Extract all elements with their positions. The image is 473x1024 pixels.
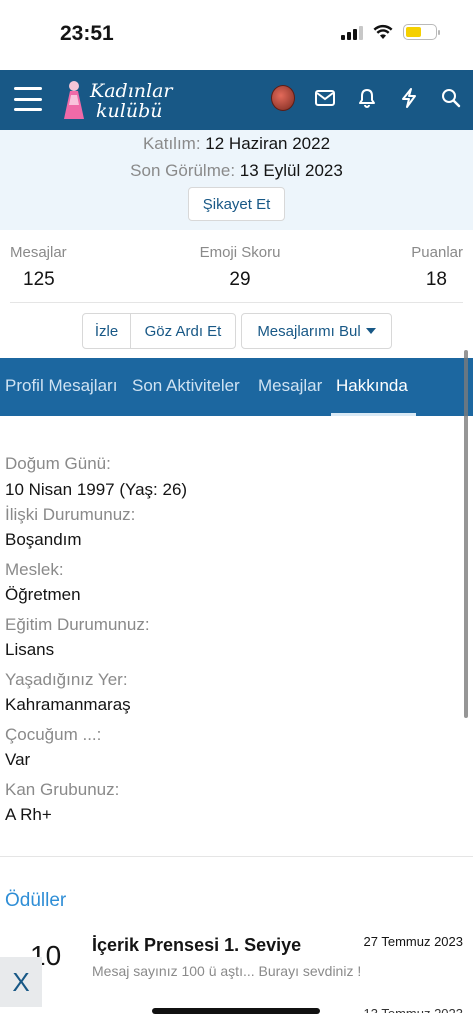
tab-messages[interactable]: Mesajlar: [258, 376, 322, 396]
site-header: Kadınlar kulübü: [0, 70, 473, 130]
occupation-label: Meslek:: [5, 560, 64, 579]
tab-recent-activity[interactable]: Son Aktiviteler: [132, 376, 240, 396]
trophy-name: İçerik Prensesi 1. Seviye: [92, 935, 302, 955]
blood-type-value: A Rh+: [5, 805, 52, 824]
last-seen-label: Son Görülme:: [130, 161, 236, 180]
status-bar: 23:51: [0, 0, 473, 70]
find-messages-button[interactable]: Mesajlarımı Bul: [241, 313, 392, 349]
children-label: Çocuğum ...:: [5, 725, 102, 744]
logo-line2: kulübü: [96, 100, 163, 122]
status-icons: [341, 24, 440, 40]
close-button[interactable]: X: [0, 957, 42, 1007]
user-avatar[interactable]: [271, 85, 295, 111]
search-icon[interactable]: [439, 86, 463, 110]
status-time: 23:51: [60, 22, 114, 45]
lightning-icon[interactable]: [397, 86, 421, 110]
scrollbar[interactable]: [464, 350, 468, 718]
menu-icon[interactable]: [14, 87, 42, 111]
bell-icon[interactable]: [355, 86, 379, 110]
children-value: Var: [5, 750, 31, 769]
location-value: Kahramanmaraş: [5, 695, 131, 714]
site-logo[interactable]: Kadınlar kulübü: [62, 76, 182, 126]
chevron-down-icon: [365, 328, 376, 334]
stat-label: Emoji Skoru: [199, 244, 281, 261]
blood-type-label: Kan Grubunuz:: [5, 780, 120, 799]
joined-line: Katılım: 12 Haziran 2022: [0, 134, 473, 154]
stat-value: 125: [23, 269, 55, 290]
logo-dress-icon: [64, 81, 84, 119]
trophy-date: 27 Temmuz 2023: [363, 934, 464, 949]
wifi-icon: [373, 24, 393, 39]
location-label: Yaşadığınız Yer:: [5, 670, 128, 689]
active-tab-indicator: [331, 413, 416, 416]
occupation-value: Öğretmen: [5, 585, 81, 604]
awards-title[interactable]: Ödüller: [5, 890, 66, 912]
joined-value: 12 Haziran 2022: [205, 134, 331, 153]
last-seen-line: Son Görülme: 13 Eylül 2023: [0, 161, 473, 181]
home-indicator: [152, 1008, 320, 1014]
stat-messages[interactable]: Mesajlar 125: [10, 244, 67, 291]
messages-icon[interactable]: [313, 86, 337, 110]
tab-profile-messages[interactable]: Profil Mesajları: [5, 376, 117, 396]
last-seen-value: 13 Eylül 2023: [239, 161, 343, 180]
profile-stats: Mesajlar 125 Emoji Skoru 29 Puanlar 18: [0, 230, 473, 302]
trophy-description: Mesaj sayınız 100 ü aştı... Burayı sevdi…: [92, 963, 362, 979]
education-label: Eğitim Durumunuz:: [5, 615, 150, 634]
profile-tabs: Profil Mesajları Son Aktiviteler Mesajla…: [0, 358, 473, 416]
birthday-value: 10 Nisan 1997 (Yaş: 26): [5, 480, 188, 499]
stat-value: 18: [425, 269, 447, 290]
logo-line1: Kadınlar: [90, 80, 173, 102]
stat-emoji-score[interactable]: Emoji Skoru 29: [196, 244, 284, 291]
cellular-signal-icon: [341, 24, 363, 40]
birthday-label: Doğum Günü:: [5, 454, 111, 473]
ignore-button[interactable]: Göz Ardı Et: [130, 313, 236, 349]
education-value: Lisans: [5, 640, 55, 659]
tab-about[interactable]: Hakkında: [336, 376, 408, 396]
follow-button[interactable]: İzle: [82, 313, 131, 349]
next-trophy-date: 13 Temmuz 2023: [363, 1006, 464, 1021]
battery-icon: [403, 24, 440, 40]
relationship-label: İlişki Durumunuz:: [5, 505, 136, 524]
header-actions: [271, 85, 463, 111]
stat-label: Puanlar: [411, 244, 463, 261]
divider: [10, 302, 463, 303]
stat-points[interactable]: Puanlar 18: [411, 244, 463, 291]
joined-label: Katılım:: [142, 134, 201, 153]
logo-text: Kadınlar kulübü: [90, 81, 173, 121]
stat-value: 29: [229, 269, 251, 290]
relationship-value: Boşandım: [5, 530, 82, 549]
divider: [0, 856, 473, 857]
stat-label: Mesajlar: [10, 244, 67, 261]
find-messages-label: Mesajlarımı Bul: [257, 322, 361, 340]
profile-info: Katılım: 12 Haziran 2022 Son Görülme: 13…: [0, 130, 473, 230]
report-button[interactable]: Şikayet Et: [188, 187, 285, 221]
